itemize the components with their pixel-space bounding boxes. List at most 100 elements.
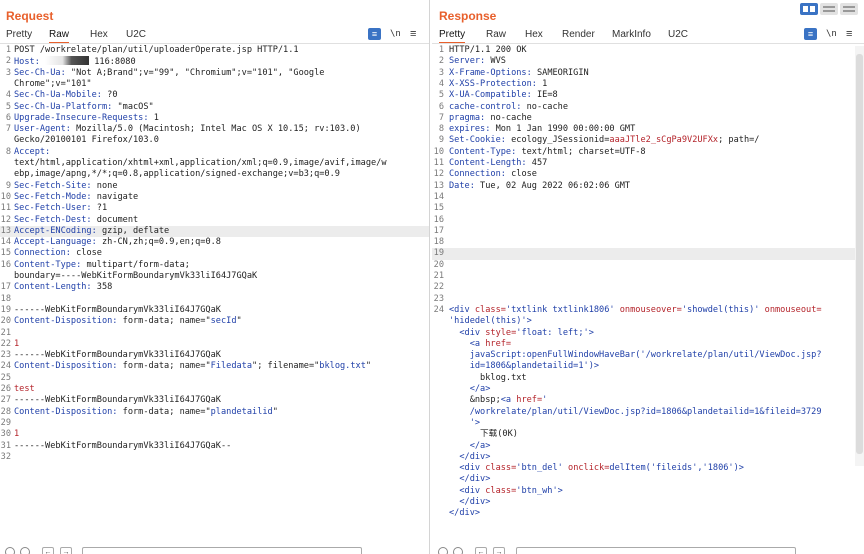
gear-icon[interactable] xyxy=(20,547,30,554)
layout-toggle-icon[interactable] xyxy=(800,3,858,16)
line-content: Content-Type: multipart/form-data; xyxy=(14,260,425,271)
prev-match-button[interactable]: ← xyxy=(42,547,54,554)
request-code-line: text/html,application/xhtml+xml,applicat… xyxy=(0,158,429,169)
request-bottom-bar: ← → xyxy=(0,544,429,554)
gear-icon[interactable] xyxy=(453,547,463,554)
response-tab-pretty[interactable]: Pretty xyxy=(439,28,466,44)
response-scrollbar[interactable] xyxy=(855,46,864,466)
code-token: Upgrade-Insecure-Requests: xyxy=(14,112,154,123)
code-token: 'hidedel(this)' xyxy=(449,316,527,327)
code-token: multipart/form-data; xyxy=(86,259,190,270)
code-token: 1 xyxy=(153,112,159,123)
request-code-line: 29 xyxy=(0,418,429,429)
code-token: Sec-Ch-Ua-Platform: xyxy=(14,101,118,112)
line-number: 32 xyxy=(0,451,11,462)
scrollbar-thumb[interactable] xyxy=(856,54,863,454)
code-token: Content-Disposition: xyxy=(14,316,123,327)
code-token: 'btn_del' xyxy=(516,463,569,474)
code-token: <a xyxy=(449,338,486,349)
layout-stacked-button[interactable] xyxy=(820,3,838,15)
line-content: boundary=----WebKitFormBoundarymVk33liI6… xyxy=(14,271,425,282)
request-code-line: 16 Content-Type: multipart/form-data; xyxy=(0,260,429,271)
help-icon[interactable] xyxy=(5,547,15,554)
response-code-line: </a> xyxy=(432,441,864,452)
response-tab-hex[interactable]: Hex xyxy=(525,28,543,44)
line-number: 13 xyxy=(0,225,11,236)
next-match-button[interactable]: → xyxy=(60,547,72,554)
code-token: <div xyxy=(449,485,486,496)
code-token: 'showdel(this)' xyxy=(681,304,765,315)
line-number: 1 xyxy=(438,45,444,55)
word-wrap-icon[interactable]: ≡ xyxy=(804,28,817,40)
line-content: Sec-Fetch-Site: none xyxy=(14,181,425,192)
line-number: 22 xyxy=(0,338,11,349)
help-icon[interactable] xyxy=(438,547,448,554)
request-search-input[interactable] xyxy=(82,547,362,554)
line-content: Gecko/20100101 Firefox/103.0 xyxy=(14,135,425,146)
line-content: </a> xyxy=(449,441,860,452)
code-token: IE=8 xyxy=(536,90,558,101)
request-tab-raw[interactable]: Raw xyxy=(49,28,70,44)
hamburger-menu-icon[interactable]: ≡ xyxy=(410,28,416,40)
line-content: <div class='btn_del' onclick=delItem('fi… xyxy=(449,463,860,474)
code-token: Accept: xyxy=(14,146,51,157)
request-code-line: 17 Content-Length: 358 xyxy=(0,282,429,293)
code-token: 'float: left;' xyxy=(516,327,589,338)
line-number: 15 xyxy=(0,248,11,259)
response-tab-markinfo[interactable]: MarkInfo xyxy=(612,28,651,44)
request-code-line: 28 Content-Disposition: form-data; name="… xyxy=(0,407,429,418)
response-editor[interactable]: 1 HTTP/1.1 200 OK 2 Server: WVS 3 X-Frame-Opt… xyxy=(432,45,864,545)
request-code-line: 1 POST /workrelate/plan/util/uploaderOper… xyxy=(0,45,429,56)
response-title: Response xyxy=(439,9,497,23)
hamburger-menu-icon[interactable]: ≡ xyxy=(846,28,852,40)
line-content: ebp,image/apng,*/*;q=0.8,application/sig… xyxy=(14,169,425,180)
code-token: onmouseover= xyxy=(619,304,682,315)
response-code-line: 10 Content-Type: text/html; charset=UTF-8 xyxy=(432,147,864,158)
next-match-button[interactable]: → xyxy=(493,547,505,554)
code-token: onmouseout= xyxy=(764,304,822,315)
newline-toggle[interactable]: \n xyxy=(826,28,837,40)
request-tab-u2c[interactable]: U2C xyxy=(126,28,146,44)
code-token: Sec-Ch-Ua-Mobile: xyxy=(14,90,108,101)
request-tab-hex[interactable]: Hex xyxy=(90,28,108,44)
line-number: 8 xyxy=(438,124,444,135)
code-token: Gecko/20100101 Firefox/103.0 xyxy=(14,135,159,146)
response-tab-raw[interactable]: Raw xyxy=(486,28,506,44)
response-code-line: <div class='btn_wh'> xyxy=(432,486,864,497)
code-token: Sec-Fetch-Mode: xyxy=(14,191,97,202)
newline-toggle[interactable]: \n xyxy=(390,28,401,40)
line-number: 24 xyxy=(0,361,11,372)
code-token: cache-control: xyxy=(449,101,527,112)
layout-tabs-button[interactable] xyxy=(840,3,858,15)
response-tab-divider xyxy=(432,43,864,44)
code-token: Sec-Ch-Ua: xyxy=(14,67,71,78)
request-code-line: 8 Accept: xyxy=(0,147,429,158)
response-code-line: </div> xyxy=(432,474,864,485)
code-token: Host: xyxy=(14,57,46,68)
line-number: 4 xyxy=(5,90,11,101)
response-code-line: &nbsp;<a href=' xyxy=(432,395,864,406)
response-code-line: id=1806&plandetailid=1')> xyxy=(432,361,864,372)
response-code-line: 11 Content-Length: 457 xyxy=(432,158,864,169)
word-wrap-icon[interactable]: ≡ xyxy=(368,28,381,40)
response-tab-u2c[interactable]: U2C xyxy=(668,28,688,44)
line-number: 7 xyxy=(5,124,11,135)
line-number: 27 xyxy=(0,395,11,406)
response-search-input[interactable] xyxy=(516,547,796,554)
code-token: 116:8080 xyxy=(89,57,136,68)
line-content: Upgrade-Insecure-Requests: 1 xyxy=(14,113,425,124)
prev-match-button[interactable]: ← xyxy=(475,547,487,554)
code-token: 1 xyxy=(14,338,20,349)
response-code-line: 7 pragma: no-cache xyxy=(432,113,864,124)
layout-side-by-side-button[interactable] xyxy=(800,3,818,15)
line-number: 11 xyxy=(0,203,11,214)
response-tab-render[interactable]: Render xyxy=(562,28,595,44)
line-content: Chrome";v="101" xyxy=(14,79,425,90)
code-token: class= xyxy=(474,304,506,315)
line-number: 23 xyxy=(433,293,444,304)
code-token: no-cache xyxy=(490,112,532,123)
response-code-line: 6 cache-control: no-cache xyxy=(432,102,864,113)
request-tab-pretty[interactable]: Pretty xyxy=(6,28,32,44)
response-code-line: 12 Connection: close xyxy=(432,169,864,180)
request-editor[interactable]: 1 POST /workrelate/plan/util/uploaderOper… xyxy=(0,45,429,545)
